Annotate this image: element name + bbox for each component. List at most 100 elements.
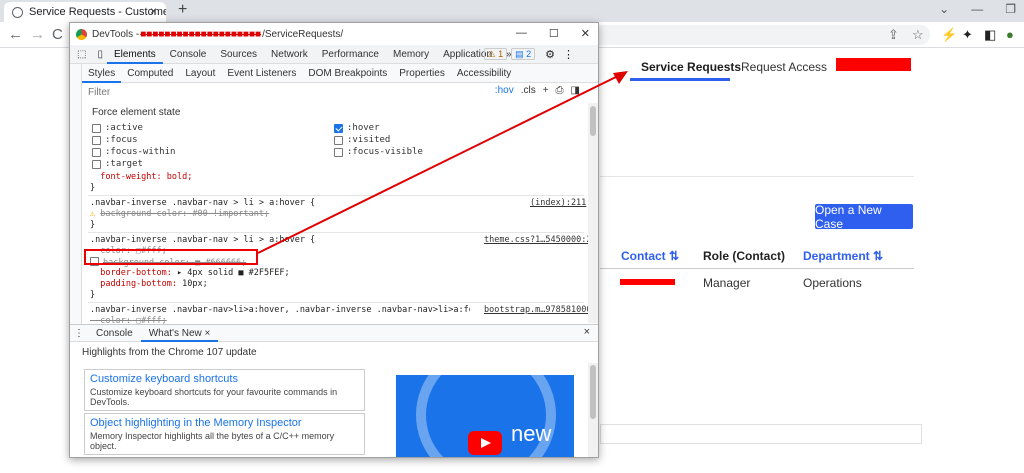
state-focus-visible[interactable]: :focus-visible: [334, 147, 423, 157]
extensions-puzzle-icon[interactable]: ✦: [962, 27, 973, 43]
card-title-link[interactable]: Customize keyboard shortcuts: [90, 373, 359, 385]
back-icon[interactable]: ←: [8, 26, 23, 43]
whats-new-card[interactable]: Object highlighting in the Memory Inspec…: [84, 413, 365, 455]
profile-avatar-icon[interactable]: ●: [1006, 27, 1014, 42]
tab-network[interactable]: Network: [264, 45, 315, 64]
css-source-link[interactable]: theme.css?1…5450000:246: [484, 235, 598, 245]
subtab-styles[interactable]: Styles: [82, 64, 122, 83]
redacted-nav-item: [836, 58, 911, 71]
css-declaration-warning[interactable]: ⚠ background-color: #00 !important;: [90, 209, 269, 219]
card-title-link[interactable]: Object highlighting in the Memory Inspec…: [90, 417, 359, 429]
checkbox[interactable]: [92, 159, 101, 169]
drawer-scrollbar-thumb[interactable]: [590, 365, 596, 419]
css-declaration[interactable]: border-bottom: ▸ 4px solid ■ #2F5FEF;: [90, 268, 289, 278]
browser-tab[interactable]: Service Requests - Customer Sel: [4, 2, 166, 22]
drawer-tabs: ⋮ Console What's New ×: [70, 324, 598, 342]
minimize-icon[interactable]: —: [971, 2, 983, 16]
css-declaration[interactable]: font-weight: bold;: [90, 172, 192, 182]
css-source-link[interactable]: (index):211: [530, 198, 586, 208]
subtab-dom-breakpoints[interactable]: DOM Breakpoints: [302, 64, 393, 83]
css-rule-close: }: [90, 220, 96, 230]
devtools-title-prefix: DevTools -: [92, 28, 140, 40]
devtools-title-suffix: /ServiceRequests/: [262, 28, 344, 40]
restore-icon[interactable]: ❐: [1005, 2, 1016, 16]
redacted-contact: [620, 279, 675, 285]
reload-icon[interactable]: C: [52, 26, 63, 43]
inspect-icon[interactable]: ⬚: [70, 45, 93, 64]
drawer-close-icon[interactable]: ×: [584, 326, 590, 338]
styles-scrollbar[interactable]: [588, 103, 598, 323]
drawer-menu-icon[interactable]: ⋮: [70, 325, 88, 342]
state-focus-within[interactable]: :focus-within: [92, 147, 175, 157]
column-header-role: Role (Contact): [703, 249, 785, 263]
side-panel-icon[interactable]: ◧: [984, 27, 996, 43]
nav-service-requests[interactable]: Service Requests: [641, 60, 741, 74]
state-focus[interactable]: :focus: [92, 135, 138, 145]
checkbox[interactable]: [92, 147, 101, 157]
nav-request-access[interactable]: Request Access: [741, 60, 827, 74]
checkbox[interactable]: [334, 147, 343, 157]
tab-memory[interactable]: Memory: [386, 45, 436, 64]
css-rule-close: }: [90, 290, 96, 300]
drawer-tab-whats-new[interactable]: What's New ×: [140, 325, 219, 342]
checkbox[interactable]: [92, 135, 101, 145]
hov-toggle[interactable]: :hov: [495, 85, 514, 96]
tab-performance[interactable]: Performance: [315, 45, 386, 64]
state-active[interactable]: :active: [92, 123, 143, 133]
close-icon[interactable]: ✕: [581, 27, 590, 40]
settings-gear-icon[interactable]: ⚙: [545, 48, 555, 61]
checkbox[interactable]: [92, 123, 101, 133]
tab-close-icon[interactable]: ×: [150, 4, 157, 18]
maximize-icon[interactable]: ☐: [549, 27, 559, 40]
css-source-link[interactable]: bootstrap.m…978581000:9: [484, 305, 598, 315]
redacted-url: ■■■■■■■■■■■■■■■■■■■■: [140, 28, 262, 40]
styles-scrollbar-thumb[interactable]: [590, 106, 596, 136]
css-selector[interactable]: .navbar-inverse .navbar-nav > li > a:hov…: [90, 235, 315, 245]
tab-console[interactable]: Console: [163, 45, 214, 64]
toggle-sidebar-icon[interactable]: ◨: [571, 85, 580, 96]
whats-new-heading: Highlights from the Chrome 107 update: [82, 347, 257, 358]
rendering-emulation-icon[interactable]: ⎙: [556, 85, 564, 96]
new-tab-icon[interactable]: +: [178, 1, 187, 19]
warning-badge[interactable]: ⚠ 1: [483, 48, 508, 60]
subtab-computed[interactable]: Computed: [121, 64, 179, 83]
video-caption: new: [511, 421, 552, 446]
annotation-highlight-box: [84, 249, 258, 265]
rule-separator: [88, 195, 584, 196]
share-icon[interactable]: ⇪: [888, 27, 899, 43]
open-new-case-button[interactable]: Open a New Case: [815, 203, 913, 231]
minimize-icon[interactable]: —: [516, 27, 527, 40]
subtab-event-listeners[interactable]: Event Listeners: [221, 64, 302, 83]
messages-badge[interactable]: ▤ 2: [511, 48, 536, 60]
elements-tree-sliver: [70, 64, 82, 324]
column-header-contact[interactable]: Contact ⇅: [621, 249, 679, 263]
subtab-properties[interactable]: Properties: [393, 64, 451, 83]
css-selector[interactable]: .navbar-inverse .navbar-nav > li > a:hov…: [90, 198, 315, 208]
state-target[interactable]: :target: [92, 159, 143, 169]
subtab-layout[interactable]: Layout: [179, 64, 221, 83]
whats-new-video-thumbnail[interactable]: new: [396, 375, 574, 457]
whats-new-card[interactable]: Customize keyboard shortcuts Customize k…: [84, 369, 365, 411]
cls-toggle[interactable]: .cls: [521, 85, 536, 96]
add-rule-icon[interactable]: +: [543, 85, 549, 96]
youtube-play-icon[interactable]: [468, 431, 502, 455]
kebab-menu-icon[interactable]: ⋮: [563, 48, 574, 61]
css-declaration[interactable]: padding-bottom: 10px;: [90, 279, 207, 289]
forward-icon[interactable]: →: [30, 26, 45, 43]
checkbox-checked[interactable]: [334, 123, 343, 133]
tab-sources[interactable]: Sources: [213, 45, 264, 64]
drawer-tab-console[interactable]: Console: [88, 325, 141, 342]
css-selector[interactable]: .navbar-inverse .navbar-nav>li>a:hover, …: [90, 305, 470, 315]
bookmark-star-icon[interactable]: ☆: [912, 27, 924, 43]
extension-bolt-icon[interactable]: ⚡: [941, 27, 957, 43]
state-hover[interactable]: :hover: [334, 123, 380, 133]
filter-tools: :hov .cls + ⎙ ◨: [495, 85, 580, 96]
device-toolbar-icon[interactable]: ▯: [93, 45, 107, 64]
state-label: :visited: [347, 135, 391, 145]
column-header-department[interactable]: Department ⇅: [803, 249, 883, 263]
tab-elements[interactable]: Elements: [106, 45, 163, 64]
subtab-accessibility[interactable]: Accessibility: [451, 64, 517, 83]
tab-search-icon[interactable]: ⌄: [939, 2, 949, 16]
checkbox[interactable]: [334, 135, 343, 145]
state-visited[interactable]: :visited: [334, 135, 390, 145]
